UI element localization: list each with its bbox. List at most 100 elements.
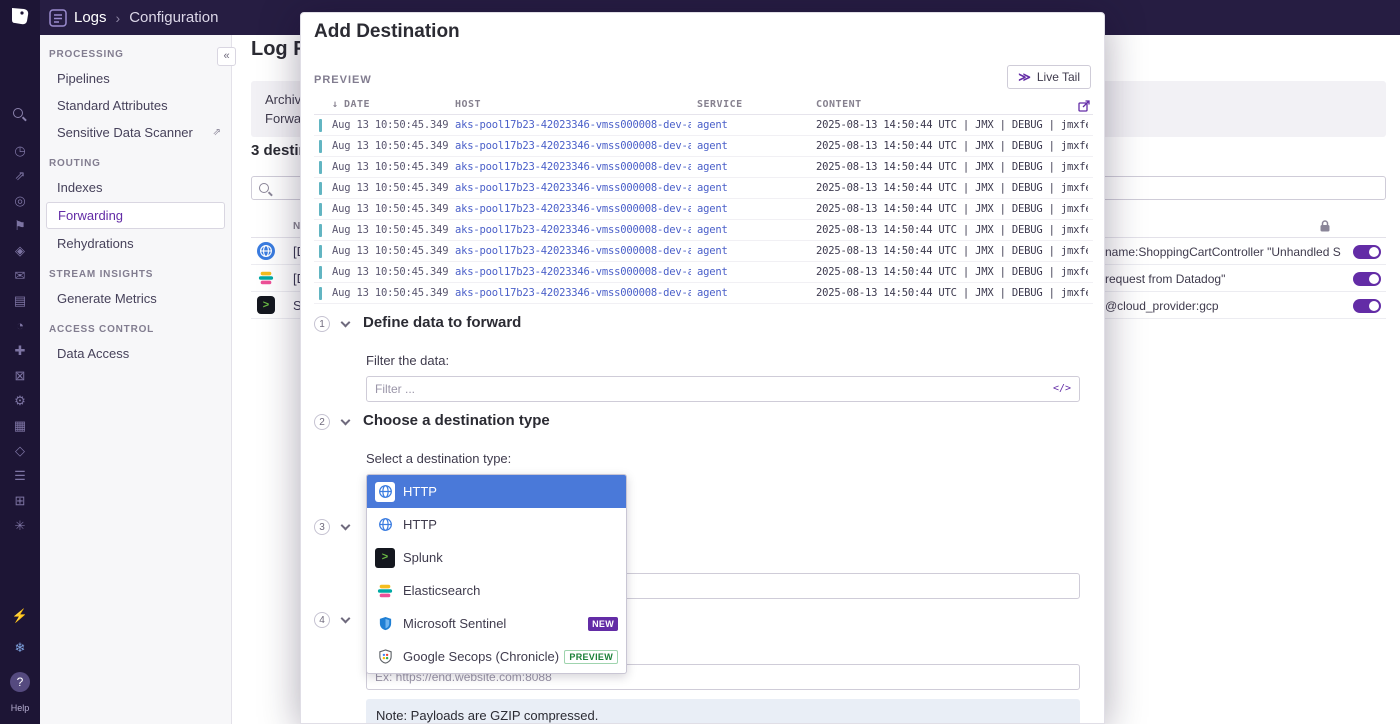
product-icon[interactable]: ◈ xyxy=(0,238,40,263)
log-date: Aug 13 10:50:45.349 xyxy=(332,203,452,215)
sort-desc-icon[interactable]: ↓ xyxy=(332,99,339,110)
chevron-down-icon[interactable] xyxy=(341,521,351,531)
product-icon[interactable]: ⊠ xyxy=(0,363,40,388)
log-service[interactable]: agent xyxy=(697,182,809,194)
toggle-knob xyxy=(1369,247,1379,257)
log-level-indicator xyxy=(319,203,322,216)
product-icon[interactable]: ⚙ xyxy=(0,388,40,413)
product-icon[interactable]: ◇ xyxy=(0,438,40,463)
product-icon[interactable]: ⊞ xyxy=(0,488,40,513)
log-row[interactable]: Aug 13 10:50:45.349aks-pool17b23-4202334… xyxy=(314,136,1093,157)
destination-enabled-toggle[interactable] xyxy=(1353,272,1381,286)
log-content: 2025-08-13 14:50:44 UTC | JMX | DEBUG | … xyxy=(816,119,1088,131)
log-host[interactable]: aks-pool17b23-42023346-vmss000008-dev-a xyxy=(455,119,691,131)
live-tail-button-label: Live Tail xyxy=(1037,70,1080,84)
log-service[interactable]: agent xyxy=(697,224,809,236)
log-host[interactable]: aks-pool17b23-42023346-vmss000008-dev-a xyxy=(455,266,691,278)
log-host[interactable]: aks-pool17b23-42023346-vmss000008-dev-a xyxy=(455,245,691,257)
splunk-glyph: > xyxy=(263,300,269,311)
option-splunk[interactable]: > Splunk xyxy=(367,541,626,574)
sidebar-item-rehydrations[interactable]: Rehydrations xyxy=(40,230,231,257)
elasticsearch-icon xyxy=(375,581,395,601)
log-row[interactable]: Aug 13 10:50:45.349aks-pool17b23-4202334… xyxy=(314,178,1093,199)
column-host: HOST xyxy=(455,99,481,110)
sidebar-item-forwarding[interactable]: Forwarding xyxy=(46,202,225,229)
product-icon[interactable]: ☰ xyxy=(0,463,40,488)
column-date[interactable]: DATE xyxy=(344,99,370,110)
log-host[interactable]: aks-pool17b23-42023346-vmss000008-dev-a xyxy=(455,161,691,173)
log-content: 2025-08-13 14:50:44 UTC | JMX | DEBUG | … xyxy=(816,182,1088,194)
search-icon[interactable] xyxy=(13,108,23,118)
option-elasticsearch[interactable]: Elasticsearch xyxy=(367,574,626,607)
option-label: Microsoft Sentinel xyxy=(403,616,506,631)
filter-query-input[interactable] xyxy=(366,376,1080,402)
product-icon[interactable]: ✚ xyxy=(0,338,40,363)
product-icon[interactable]: ✳ xyxy=(0,513,40,538)
log-row[interactable]: Aug 13 10:50:45.349aks-pool17b23-4202334… xyxy=(314,220,1093,241)
log-host[interactable]: aks-pool17b23-42023346-vmss000008-dev-a xyxy=(455,182,691,194)
splunk-destination-icon: > xyxy=(257,296,275,314)
log-date: Aug 13 10:50:45.349 xyxy=(332,287,452,299)
chevron-down-icon[interactable] xyxy=(341,416,351,426)
log-service[interactable]: agent xyxy=(697,266,809,278)
collapse-sidebar-button[interactable]: « xyxy=(217,47,236,66)
chevron-down-icon[interactable] xyxy=(341,614,351,624)
log-host[interactable]: aks-pool17b23-42023346-vmss000008-dev-a xyxy=(455,203,691,215)
product-icon[interactable]: ▤ xyxy=(0,288,40,313)
option-http[interactable]: HTTP xyxy=(367,508,626,541)
step-4-number: 4 xyxy=(314,612,330,628)
breadcrumb-product[interactable]: Logs xyxy=(74,9,107,26)
option-google-secops[interactable]: Google Secops (Chronicle) PREVIEW xyxy=(367,640,626,673)
product-icon[interactable]: ▦ xyxy=(0,413,40,438)
live-tail-button[interactable]: ≫ Live Tail xyxy=(1007,65,1091,89)
log-level-indicator xyxy=(319,266,322,279)
product-icon[interactable]: ⇗ xyxy=(0,163,40,188)
product-icon[interactable]: ◔ xyxy=(0,313,40,338)
log-service[interactable]: agent xyxy=(697,245,809,257)
log-content: 2025-08-13 14:50:44 UTC | JMX | DEBUG | … xyxy=(816,287,1088,299)
code-editor-toggle-icon[interactable]: </> xyxy=(1053,383,1071,394)
log-row[interactable]: Aug 13 10:50:45.349aks-pool17b23-4202334… xyxy=(314,241,1093,262)
product-rail: ◷ ⇗ ◎ ⚑ ◈ ✉ ▤ ◔ ✚ ⊠ ⚙ ▦ ◇ ☰ ⊞ ✳ ⚡ ❄ ? He… xyxy=(0,0,40,724)
log-service[interactable]: agent xyxy=(697,119,809,131)
log-date: Aug 13 10:50:45.349 xyxy=(332,266,452,278)
modal-title: Add Destination xyxy=(314,21,460,43)
log-row[interactable]: Aug 13 10:50:45.349aks-pool17b23-4202334… xyxy=(314,283,1093,304)
nav-section-stream-insights: STREAM INSIGHTS xyxy=(40,257,231,285)
option-http[interactable]: HTTP xyxy=(367,475,626,508)
sidebar-item-generate-metrics[interactable]: Generate Metrics xyxy=(40,285,231,312)
filter-data-label: Filter the data: xyxy=(366,353,449,368)
datadog-logo[interactable] xyxy=(8,5,32,27)
product-icon[interactable]: ✉ xyxy=(0,263,40,288)
product-icon[interactable]: ◷ xyxy=(0,138,40,163)
log-row[interactable]: Aug 13 10:50:45.349aks-pool17b23-4202334… xyxy=(314,157,1093,178)
http-destination-icon xyxy=(257,242,275,260)
sidebar-item-data-access[interactable]: Data Access xyxy=(40,340,231,367)
product-icon[interactable]: ⚡ xyxy=(0,600,40,632)
destination-enabled-toggle[interactable] xyxy=(1353,245,1381,259)
log-host[interactable]: aks-pool17b23-42023346-vmss000008-dev-a xyxy=(455,140,691,152)
help-button[interactable]: ? xyxy=(10,672,30,692)
log-service[interactable]: agent xyxy=(697,140,809,152)
breadcrumb-section[interactable]: Configuration xyxy=(129,9,218,26)
nav-section-routing: ROUTING xyxy=(40,146,231,174)
destination-enabled-toggle[interactable] xyxy=(1353,299,1381,313)
log-row[interactable]: Aug 13 10:50:45.349aks-pool17b23-4202334… xyxy=(314,262,1093,283)
sidebar-item-sensitive-data-scanner[interactable]: Sensitive Data Scanner ⇗ xyxy=(40,119,231,146)
log-host[interactable]: aks-pool17b23-42023346-vmss000008-dev-a xyxy=(455,224,691,236)
product-icon[interactable]: ◎ xyxy=(0,188,40,213)
product-icon[interactable]: ⚑ xyxy=(0,213,40,238)
sidebar-item-pipelines[interactable]: Pipelines xyxy=(40,65,231,92)
log-service[interactable]: agent xyxy=(697,203,809,215)
log-row[interactable]: Aug 13 10:50:45.349aks-pool17b23-4202334… xyxy=(314,199,1093,220)
log-service[interactable]: agent xyxy=(697,161,809,173)
product-icon[interactable]: ❄ xyxy=(0,632,40,664)
export-icon[interactable] xyxy=(1077,99,1091,116)
log-service[interactable]: agent xyxy=(697,287,809,299)
sidebar-item-standard-attributes[interactable]: Standard Attributes xyxy=(40,92,231,119)
chevron-down-icon[interactable] xyxy=(341,318,351,328)
sidebar-item-indexes[interactable]: Indexes xyxy=(40,174,231,201)
log-row[interactable]: Aug 13 10:50:45.349aks-pool17b23-4202334… xyxy=(314,115,1093,136)
log-host[interactable]: aks-pool17b23-42023346-vmss000008-dev-a xyxy=(455,287,691,299)
option-microsoft-sentinel[interactable]: Microsoft Sentinel NEW xyxy=(367,607,626,640)
